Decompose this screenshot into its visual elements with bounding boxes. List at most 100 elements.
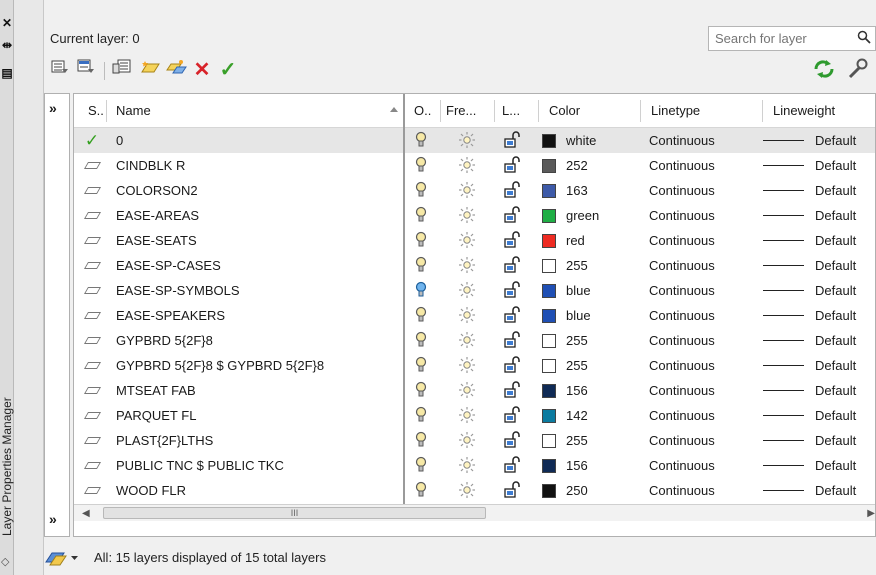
lineweight-value[interactable]: Default (815, 403, 856, 428)
layer-name[interactable]: GYPBRD 5{2F}8 $ GYPBRD 5{2F}8 (116, 353, 324, 378)
color-name[interactable]: 255 (566, 353, 588, 378)
new-group-filter-icon[interactable] (74, 58, 98, 82)
layer-states-manager-icon[interactable] (110, 58, 134, 82)
settings-icon[interactable] (846, 58, 870, 86)
color-swatch[interactable] (542, 459, 556, 473)
linetype-value[interactable]: Continuous (649, 378, 715, 403)
unlock-icon[interactable] (504, 178, 522, 203)
table-row[interactable]: EASE-SP-CASES 255 Continuous Default (74, 253, 875, 278)
table-row[interactable]: ✓ 0 white Continuous Default (74, 128, 875, 153)
linetype-value[interactable]: Continuous (649, 178, 715, 203)
layer-name[interactable]: EASE-AREAS (116, 203, 199, 228)
sun-icon[interactable] (458, 128, 476, 153)
lineweight-value[interactable]: Default (815, 203, 856, 228)
lightbulb-icon[interactable] (414, 178, 428, 203)
table-row[interactable]: COLORSON2 163 Continuous Default (74, 178, 875, 203)
col-lock[interactable]: L... (502, 94, 520, 128)
sun-icon[interactable] (458, 278, 476, 303)
linetype-value[interactable]: Continuous (649, 353, 715, 378)
unlock-icon[interactable] (504, 203, 522, 228)
lightbulb-icon[interactable] (414, 253, 428, 278)
sun-icon[interactable] (458, 478, 476, 503)
layer-name[interactable]: EASE-SP-SYMBOLS (116, 278, 240, 303)
lightbulb-icon[interactable] (414, 353, 428, 378)
search-box[interactable] (708, 26, 876, 51)
new-layer-vp-frozen-icon[interactable] (164, 58, 188, 82)
layer-name[interactable]: PARQUET FL (116, 403, 196, 428)
linetype-value[interactable]: Continuous (649, 403, 715, 428)
color-name[interactable]: blue (566, 278, 591, 303)
lightbulb-icon[interactable] (414, 203, 428, 228)
lineweight-value[interactable]: Default (815, 228, 856, 253)
linetype-value[interactable]: Continuous (649, 153, 715, 178)
sun-icon[interactable] (458, 253, 476, 278)
lightbulb-icon[interactable] (414, 453, 428, 478)
color-name[interactable]: 250 (566, 478, 588, 503)
unlock-icon[interactable] (504, 128, 522, 153)
linetype-value[interactable]: Continuous (649, 203, 715, 228)
layer-name[interactable]: EASE-SP-CASES (116, 253, 221, 278)
lightbulb-icon[interactable] (414, 403, 428, 428)
color-swatch[interactable] (542, 184, 556, 198)
lightbulb-icon[interactable] (414, 328, 428, 353)
new-property-filter-icon[interactable] (48, 58, 72, 82)
unlock-icon[interactable] (504, 253, 522, 278)
linetype-value[interactable]: Continuous (649, 253, 715, 278)
layer-name[interactable]: WOOD FLR (116, 478, 186, 503)
linetype-value[interactable]: Continuous (649, 128, 715, 153)
horizontal-scrollbar[interactable]: ◀ III ▶ (74, 504, 875, 521)
lightbulb-icon[interactable] (414, 478, 428, 503)
linetype-value[interactable]: Continuous (649, 478, 715, 503)
color-name[interactable]: green (566, 203, 599, 228)
color-swatch[interactable] (542, 284, 556, 298)
layer-name[interactable]: 0 (116, 128, 123, 153)
table-row[interactable]: CINDBLK R 252 Continuous Default (74, 153, 875, 178)
sun-icon[interactable] (458, 178, 476, 203)
color-swatch[interactable] (542, 384, 556, 398)
table-row[interactable]: WOOD FLR 250 Continuous Default (74, 478, 875, 503)
col-freeze[interactable]: Fre... (446, 94, 476, 128)
layer-name[interactable]: EASE-SEATS (116, 228, 197, 253)
table-row[interactable]: PUBLIC TNC $ PUBLIC TKC 156 Continuous Defa… (74, 453, 875, 478)
unlock-icon[interactable] (504, 303, 522, 328)
layer-name[interactable]: PUBLIC TNC $ PUBLIC TKC (116, 453, 284, 478)
color-name[interactable]: 255 (566, 253, 588, 278)
color-name[interactable]: 163 (566, 178, 588, 203)
lineweight-value[interactable]: Default (815, 278, 856, 303)
scroll-left-icon[interactable]: ◀ (82, 508, 90, 519)
auto-hide-icon[interactable]: ⇹ (0, 38, 14, 52)
lineweight-value[interactable]: Default (815, 253, 856, 278)
color-name[interactable]: 255 (566, 428, 588, 453)
color-swatch[interactable] (542, 484, 556, 498)
lightbulb-icon[interactable] (414, 278, 428, 303)
layer-name[interactable]: EASE-SPEAKERS (116, 303, 225, 328)
lineweight-value[interactable]: Default (815, 178, 856, 203)
lineweight-value[interactable]: Default (815, 478, 856, 503)
linetype-value[interactable]: Continuous (649, 428, 715, 453)
close-icon[interactable]: ✕ (0, 16, 14, 30)
layer-name[interactable]: GYPBRD 5{2F}8 (116, 328, 213, 353)
table-row[interactable]: GYPBRD 5{2F}8 $ GYPBRD 5{2F}8 255 Continuo… (74, 353, 875, 378)
scroll-thumb[interactable]: III (103, 507, 486, 519)
color-swatch[interactable] (542, 334, 556, 348)
lineweight-value[interactable]: Default (815, 303, 856, 328)
unlock-icon[interactable] (504, 153, 522, 178)
lineweight-value[interactable]: Default (815, 153, 856, 178)
table-row[interactable]: EASE-SEATS red Continuous Default (74, 228, 875, 253)
sun-icon[interactable] (458, 303, 476, 328)
color-name[interactable]: 255 (566, 328, 588, 353)
lightbulb-icon[interactable] (414, 128, 428, 153)
refresh-icon[interactable] (812, 58, 836, 86)
lineweight-value[interactable]: Default (815, 453, 856, 478)
lightbulb-icon[interactable] (414, 303, 428, 328)
lineweight-value[interactable]: Default (815, 428, 856, 453)
linetype-value[interactable]: Continuous (649, 228, 715, 253)
lightbulb-icon[interactable] (414, 428, 428, 453)
color-swatch[interactable] (542, 309, 556, 323)
new-layer-icon[interactable] (138, 58, 162, 82)
table-row[interactable]: EASE-SPEAKERS blue Continuous Default (74, 303, 875, 328)
col-linetype[interactable]: Linetype (651, 94, 700, 128)
color-name[interactable]: 142 (566, 403, 588, 428)
col-on[interactable]: O.. (414, 94, 431, 128)
lineweight-value[interactable]: Default (815, 353, 856, 378)
